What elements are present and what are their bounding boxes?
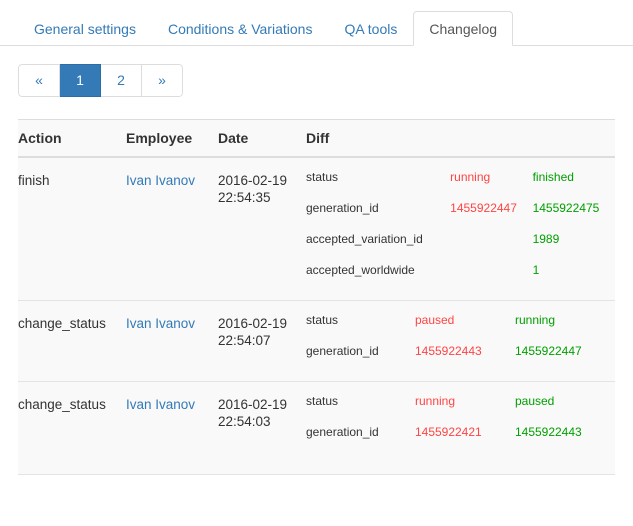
diff-old-value: 1455922447: [450, 201, 517, 215]
diff-old-value: running: [414, 394, 455, 408]
tab-label[interactable]: General settings: [18, 11, 152, 46]
tab-label[interactable]: QA tools: [328, 11, 413, 46]
diff-table: status running finished generation_id 145592…: [306, 162, 615, 286]
diff-row: generation_id 1455922421 1455922443: [306, 417, 615, 448]
diff-new-value: 1: [532, 263, 540, 277]
cell-employee: Ivan Ivanov: [126, 300, 218, 382]
pagination-prev-link[interactable]: «: [18, 64, 60, 97]
column-header-employee: Employee: [126, 119, 218, 158]
diff-key: generation_id: [306, 201, 379, 215]
pagination-page-2[interactable]: 2: [101, 64, 142, 97]
tab-general-settings[interactable]: General settings: [18, 11, 152, 46]
tab-label[interactable]: Changelog: [413, 11, 514, 46]
cell-diff: status running finished generation_id 145592…: [306, 157, 615, 301]
diff-new-value: 1455922475: [532, 201, 600, 215]
column-header-action: Action: [18, 119, 126, 158]
diff-key: generation_id: [306, 344, 379, 358]
diff-key: status: [306, 170, 339, 184]
diff-new-value: 1455922443: [514, 425, 582, 439]
diff-key: accepted_variation_id: [306, 232, 423, 246]
pagination-page-2-link[interactable]: 2: [101, 64, 142, 97]
diff-old-value: 1455922421: [414, 425, 482, 439]
tab-qa-tools[interactable]: QA tools: [328, 11, 413, 46]
changelog-table-area: Action Employee Date Diff finish Ivan Iva…: [0, 119, 633, 475]
tab-list: General settings Conditions & Variations Q…: [0, 11, 633, 46]
diff-key: generation_id: [306, 425, 379, 439]
cell-action: finish: [18, 173, 50, 188]
diff-row: generation_id 1455922443 1455922447: [306, 336, 615, 367]
changelog-table: Action Employee Date Diff finish Ivan Iva…: [18, 119, 615, 475]
diff-row: status paused running: [306, 305, 615, 336]
cell-action: change_status: [18, 300, 126, 382]
tab-conditions-variations[interactable]: Conditions & Variations: [152, 11, 328, 46]
pagination-next[interactable]: »: [142, 64, 183, 97]
pagination-page-1-link[interactable]: 1: [60, 64, 101, 97]
diff-old-value: running: [450, 170, 491, 184]
tab-bar: General settings Conditions & Variations Q…: [0, 0, 633, 46]
cell-date: 2016-02-19 22:54:35: [218, 173, 288, 205]
diff-old-value: 1455922443: [414, 344, 482, 358]
cell-date: 2016-02-19 22:54:07: [218, 300, 306, 382]
pagination: «1 2»: [18, 64, 183, 97]
tab-changelog[interactable]: Changelog: [413, 11, 514, 46]
diff-row: status running paused: [306, 386, 615, 417]
cell-action: change_status: [18, 381, 126, 475]
diff-table: status running paused generation_id 14559224…: [306, 386, 615, 448]
cell-employee: Ivan Ivanov: [126, 381, 218, 475]
diff-old-value: paused: [414, 313, 455, 327]
diff-old-value: [450, 255, 532, 286]
diff-row: status running finished: [306, 162, 615, 193]
cell-diff: status paused running generation_id 14559224…: [306, 300, 615, 382]
employee-link[interactable]: Ivan Ivanov: [126, 397, 195, 412]
table-row: change_status Ivan Ivanov 2016-02-19 22:54…: [18, 300, 615, 382]
pagination-next-link[interactable]: »: [142, 64, 183, 97]
diff-key: accepted_worldwide: [306, 263, 415, 277]
pagination-page-1[interactable]: 1: [60, 64, 101, 97]
column-header-date: Date: [218, 119, 306, 158]
tab-label[interactable]: Conditions & Variations: [152, 11, 328, 46]
table-row: change_status Ivan Ivanov 2016-02-19 22:54…: [18, 381, 615, 475]
table-header: Action Employee Date Diff: [18, 119, 615, 158]
employee-link[interactable]: Ivan Ivanov: [126, 173, 195, 188]
diff-new-value: paused: [514, 394, 555, 408]
cell-employee: Ivan Ivanov: [126, 157, 218, 301]
diff-new-value: finished: [532, 170, 574, 184]
cell-diff: status running paused generation_id 14559224…: [306, 381, 615, 475]
pagination-area: «1 2»: [0, 46, 633, 97]
cell-date: 2016-02-19 22:54:03: [218, 381, 306, 475]
column-header-diff: Diff: [306, 119, 615, 158]
diff-row: generation_id 1455922447 1455922475: [306, 193, 615, 224]
diff-new-value: 1455922447: [514, 344, 582, 358]
employee-link[interactable]: Ivan Ivanov: [126, 316, 195, 331]
diff-new-value: running: [514, 313, 555, 327]
table-header-row: Action Employee Date Diff: [18, 119, 615, 158]
table-body: finish Ivan Ivanov 2016-02-19 22:54:35 stat…: [18, 157, 615, 475]
diff-table: status paused running generation_id 14559224…: [306, 305, 615, 367]
diff-old-value: [450, 224, 532, 255]
pagination-prev[interactable]: «: [18, 64, 60, 97]
table-row: finish Ivan Ivanov 2016-02-19 22:54:35 stat…: [18, 157, 615, 301]
diff-new-value: 1989: [532, 232, 560, 246]
diff-row: accepted_variation_id 1989: [306, 224, 615, 255]
diff-key: status: [306, 313, 339, 327]
diff-row: accepted_worldwide 1: [306, 255, 615, 286]
diff-key: status: [306, 394, 339, 408]
